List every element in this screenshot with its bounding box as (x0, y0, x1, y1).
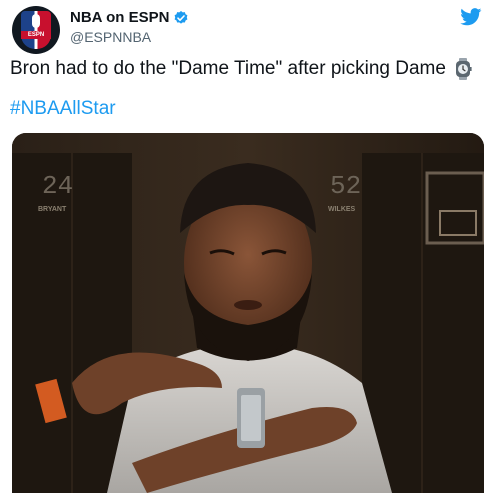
tweet-body: Bron had to do the "Dame Time" after pic… (10, 58, 446, 79)
tweet-text: Bron had to do the "Dame Time" after pic… (10, 58, 472, 80)
watch-icon (455, 58, 472, 80)
nba-logo-icon: ESPN (21, 11, 51, 49)
jersey-number-right: 52 (330, 171, 361, 201)
avatar[interactable]: ESPN (12, 6, 60, 54)
verified-badge-icon (175, 10, 188, 24)
twitter-bird-icon[interactable] (460, 8, 482, 26)
video-frame: 24 BRYANT 52 WILKES (12, 133, 484, 493)
avatar-espn-label: ESPN (21, 31, 51, 39)
jersey-number-left: 24 (42, 171, 73, 201)
hashtag-link[interactable]: #NBAAllStar (10, 98, 116, 120)
account-handle[interactable]: @ESPNNBA (70, 29, 151, 45)
display-name[interactable]: NBA on ESPN (70, 9, 169, 26)
jersey-name-left: BRYANT (38, 206, 67, 213)
tweet-video[interactable]: 24 BRYANT 52 WILKES (12, 133, 484, 493)
account-name-row: NBA on ESPN (70, 9, 189, 26)
jersey-name-right: WILKES (328, 206, 356, 213)
